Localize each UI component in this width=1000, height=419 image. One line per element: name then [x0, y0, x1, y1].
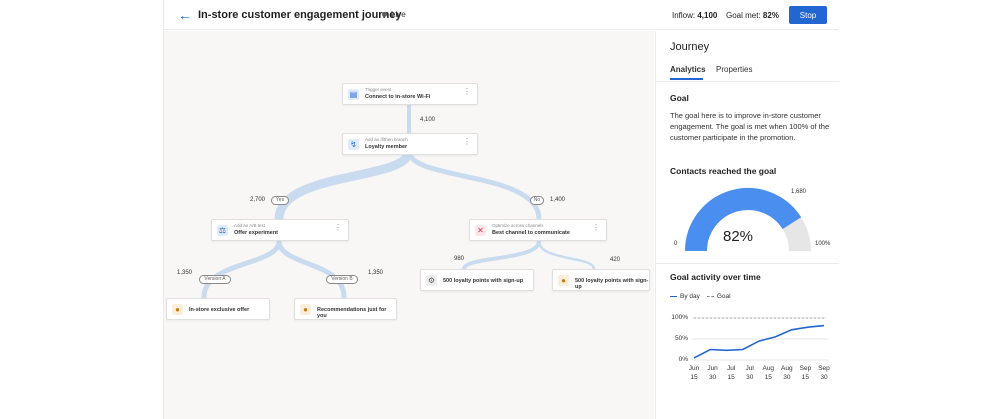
pill-no: No — [530, 196, 544, 205]
more-vertical-icon[interactable]: ⋮ — [334, 224, 342, 232]
status-dot-icon — [382, 12, 387, 17]
y-tick-50: 50% — [674, 335, 688, 342]
tab-divider — [656, 81, 839, 82]
offer-icon: ● — [172, 304, 183, 315]
x-tick-label: Aug 15 — [762, 365, 775, 381]
ab-test-sub: Add an A/B test — [234, 223, 266, 228]
legend-by-day: By day — [680, 293, 700, 300]
journey-canvas[interactable]: ▤ Trigger event Connect to in-store Wi-F… — [164, 31, 654, 419]
leaf-card-recommendations[interactable]: ● Recommendations just for you — [294, 298, 397, 320]
x-tick-label: Jul 30 — [745, 365, 754, 381]
flask-icon: ⚖ — [217, 225, 228, 236]
tab-analytics[interactable]: Analytics — [670, 65, 706, 74]
goal-description: The goal here is to improve in-store cus… — [670, 111, 830, 142]
leaf-c-label: 500 loyalty points with sign-up — [443, 278, 524, 284]
y-tick-100: 100% — [671, 314, 688, 321]
count-opt-left: 980 — [454, 256, 465, 262]
gauge-value: 82% — [723, 228, 754, 245]
goal-activity-chart — [692, 317, 828, 361]
x-tick-label: Jun 30 — [707, 365, 718, 381]
gauge-max-label: 100% — [815, 241, 831, 247]
connector-version-a — [201, 238, 282, 300]
series-by-day-line — [693, 324, 825, 359]
connector-yes — [274, 146, 414, 224]
lightning-icon: ↯ — [348, 139, 359, 150]
trigger-sub: Trigger event — [365, 87, 392, 92]
leaf-card-loyalty-points-1[interactable]: ⚙ 500 loyalty points with sign-up — [420, 269, 534, 291]
tab-properties[interactable]: Properties — [716, 65, 752, 74]
y-tick-0: 0% — [678, 356, 688, 363]
count-trigger: 4,100 — [420, 117, 436, 123]
contacts-heading: Contacts reached the goal — [670, 166, 777, 176]
chart-legend: By day Goal — [670, 293, 731, 300]
wifi-event-icon: ▤ — [348, 89, 359, 100]
count-yes: 2,700 — [250, 197, 266, 203]
panel-title: Journey — [670, 41, 710, 53]
stop-button[interactable]: Stop — [789, 6, 827, 24]
pill-yes: Yes — [271, 196, 289, 205]
optimize-card[interactable]: ✕ Optimize across channels Best channel … — [469, 219, 607, 241]
status-label: Live — [391, 10, 406, 19]
optimize-sub: Optimize across channels — [492, 223, 544, 228]
activity-heading: Goal activity over time — [670, 272, 761, 282]
branch-sub: Add an if/then branch — [365, 137, 408, 142]
x-tick-label: Jul 15 — [726, 365, 736, 381]
leaf-card-loyalty-points-2[interactable]: ● 500 loyalty points with sign-up — [552, 269, 650, 291]
legend-goal: Goal — [716, 293, 731, 300]
arrow-left-icon[interactable]: ← — [178, 7, 192, 23]
branch-card[interactable]: ↯ Add an if/then branch Loyalty member ⋮ — [342, 133, 478, 155]
connector-opt-left — [462, 239, 541, 271]
more-vertical-icon[interactable]: ⋮ — [592, 224, 600, 232]
leaf-b-label: Recommendations just for you — [317, 307, 387, 319]
trigger-label: Connect to in-store Wi-Fi — [365, 94, 431, 100]
gear-icon: ⚙ — [426, 275, 437, 286]
branch-label: Loyalty member — [365, 144, 408, 150]
x-tick-label: Sep 30 — [818, 365, 830, 381]
pill-version-a: Version A — [199, 275, 231, 284]
count-version-a: 1,350 — [177, 270, 193, 276]
pill-version-b: Version B — [326, 275, 358, 284]
inflow-value: 4,100 — [697, 11, 718, 20]
more-vertical-icon[interactable]: ⋮ — [463, 138, 471, 146]
gauge-min-label: 0 — [674, 241, 678, 247]
channel-optimize-icon: ✕ — [475, 225, 486, 236]
journey-panel: Journey Analytics Properties Goal The go… — [655, 31, 839, 419]
inflow-label: Inflow: — [672, 11, 696, 20]
connector-version-b — [276, 238, 347, 300]
count-opt-right: 420 — [610, 257, 621, 263]
count-version-b: 1,350 — [368, 270, 384, 276]
x-tick-label: Jun 15 — [688, 365, 700, 381]
section-divider — [656, 263, 839, 264]
count-no: 1,400 — [550, 197, 566, 203]
legend-line-icon — [670, 295, 677, 297]
page-title: In-store customer engagement journey — [198, 9, 402, 21]
x-tick-label: Aug 30 — [781, 365, 793, 381]
goal-heading: Goal — [670, 93, 689, 103]
legend-dash-icon — [706, 295, 714, 297]
optimize-label: Best channel to communicate — [492, 230, 570, 236]
leaf-card-in-store-offer[interactable]: ● In-store exclusive offer — [166, 298, 270, 320]
top-bar: ← In-store customer engagement journey L… — [164, 0, 838, 30]
goal-met-value: 82% — [762, 11, 779, 20]
offer-icon: ● — [300, 304, 311, 315]
x-tick-label: Sep 15 — [799, 365, 812, 381]
connector-opt-right — [537, 239, 596, 271]
ab-test-card[interactable]: ⚖ Add an A/B test Offer experiment ⋮ — [211, 219, 349, 241]
offer-icon: ● — [558, 275, 569, 286]
ab-test-label: Offer experiment — [234, 230, 279, 236]
inflow-stat: Inflow: 4,100 — [672, 11, 717, 20]
connector-no — [406, 148, 542, 222]
gauge-target-label: 1,680 — [791, 189, 807, 195]
goal-met-label: Goal met: — [726, 11, 761, 20]
goal-met-stat: Goal met: 82% — [726, 11, 779, 20]
leaf-d-label: 500 loyalty points with sign-up — [575, 278, 649, 290]
more-vertical-icon[interactable]: ⋮ — [463, 88, 471, 96]
active-tab-indicator — [670, 78, 703, 80]
trigger-card[interactable]: ▤ Trigger event Connect to in-store Wi-F… — [342, 83, 478, 105]
leaf-a-label: In-store exclusive offer — [189, 307, 250, 313]
app-frame: ← In-store customer engagement journey L… — [163, 0, 839, 419]
